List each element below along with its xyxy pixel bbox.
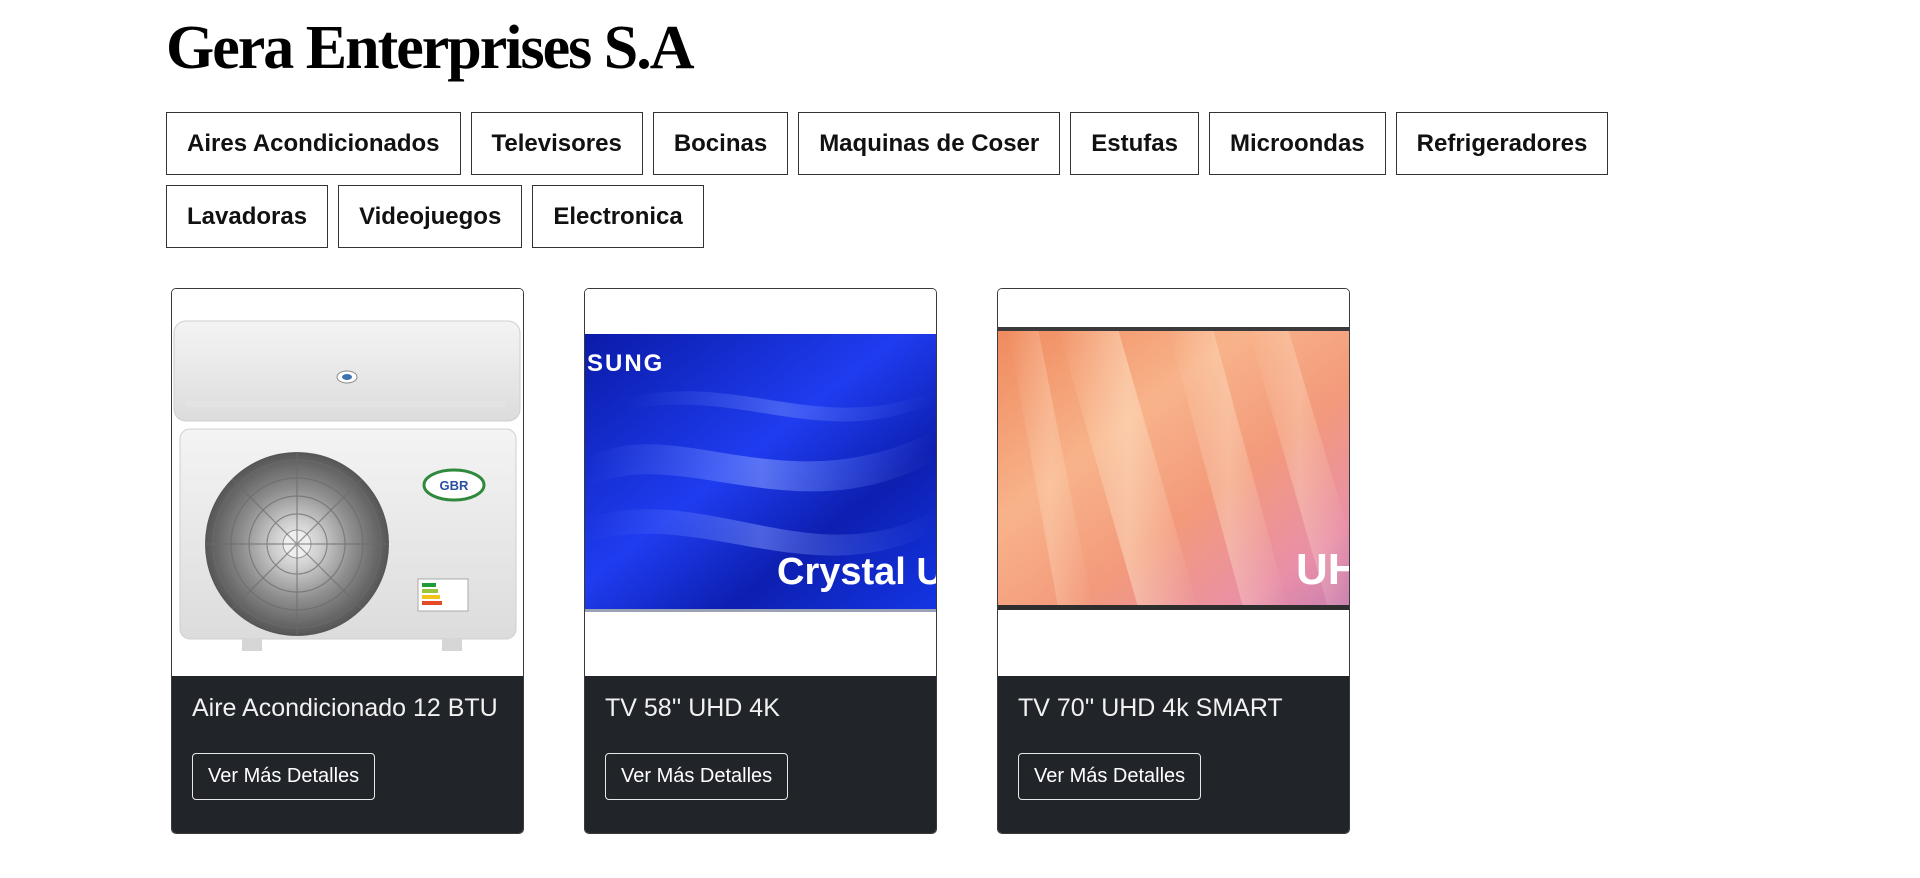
product-title: Aire Acondicionado 12 BTU xyxy=(192,694,498,722)
category-nav: Aires Acondicionados Televisores Bocinas… xyxy=(166,112,1666,248)
product-card: GBR Aire Acondicionado 12 BTU Ver Más De… xyxy=(171,288,524,834)
product-card: UH TV 70'' UHD 4k SMART Ver Más Detalles xyxy=(997,288,1350,834)
air-conditioner-image: GBR xyxy=(172,289,523,676)
nav-microondas-button[interactable]: Microondas xyxy=(1208,112,1386,175)
product-list: GBR Aire Acondicionado 12 BTU Ver Más De… xyxy=(171,288,1350,834)
product-card-body: TV 58'' UHD 4K Ver Más Detalles xyxy=(585,676,936,833)
nav-refrigeradores-button[interactable]: Refrigeradores xyxy=(1395,112,1609,175)
tv-screen-text: Crystal U xyxy=(777,551,936,593)
samsung-uhd-tv-image: UH xyxy=(998,289,1349,676)
nav-lavadoras-button[interactable]: Lavadoras xyxy=(166,185,329,248)
brand-badge-text: GBR xyxy=(440,478,470,493)
product-card: SUNG Crystal U TV 58'' UHD 4K Ver Más De… xyxy=(584,288,937,834)
product-title: TV 70'' UHD 4k SMART xyxy=(1018,694,1283,722)
nav-maquinas-de-coser-button[interactable]: Maquinas de Coser xyxy=(798,112,1061,175)
nav-videojuegos-button[interactable]: Videojuegos xyxy=(338,185,523,248)
nav-estufas-button[interactable]: Estufas xyxy=(1070,112,1199,175)
view-details-button[interactable]: Ver Más Detalles xyxy=(192,753,376,800)
tv-screen-text: UH xyxy=(1296,545,1349,594)
product-title: TV 58'' UHD 4K xyxy=(605,694,780,722)
product-card-body: Aire Acondicionado 12 BTU Ver Más Detall… xyxy=(172,676,523,833)
nav-aires-acondicionados-button[interactable]: Aires Acondicionados xyxy=(166,112,461,175)
nav-televisores-button[interactable]: Televisores xyxy=(470,112,643,175)
view-details-button[interactable]: Ver Más Detalles xyxy=(1018,753,1202,800)
samsung-crystal-uhd-tv-image: SUNG Crystal U xyxy=(585,289,936,676)
page: Gera Enterprises S.A Aires Acondicionado… xyxy=(0,0,1920,878)
nav-electronica-button[interactable]: Electronica xyxy=(532,185,704,248)
view-details-button[interactable]: Ver Más Detalles xyxy=(605,753,789,800)
site-title: Gera Enterprises S.A xyxy=(166,14,695,82)
tv-brand-text: SUNG xyxy=(587,350,664,377)
nav-bocinas-button[interactable]: Bocinas xyxy=(652,112,789,175)
product-card-body: TV 70'' UHD 4k SMART Ver Más Detalles xyxy=(998,676,1349,833)
